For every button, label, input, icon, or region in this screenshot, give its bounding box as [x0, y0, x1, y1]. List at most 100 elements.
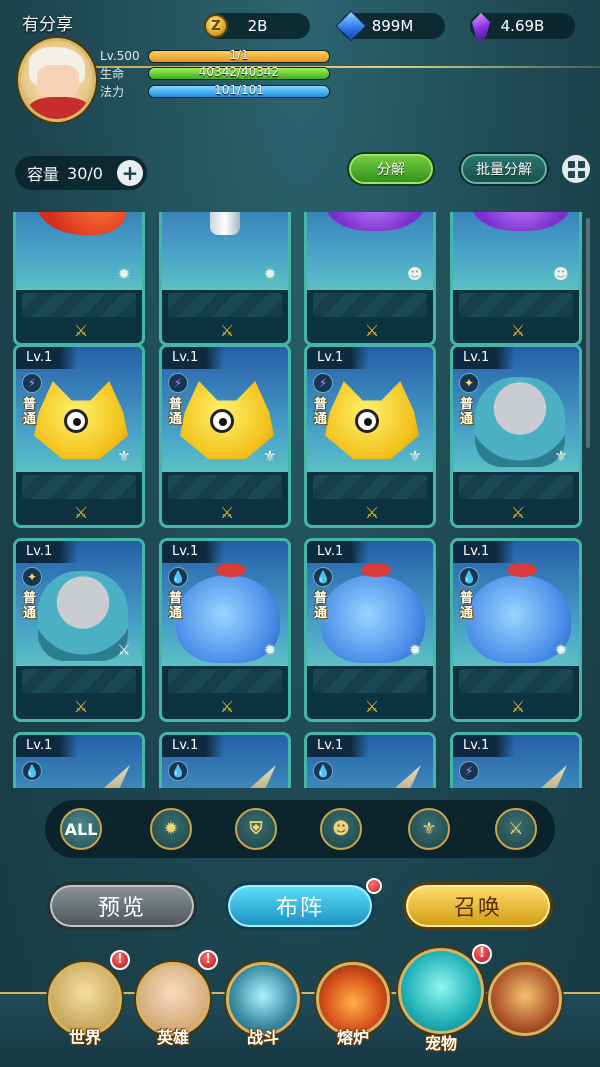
scrollbar[interactable]	[586, 218, 590, 448]
capacity-display: 容量 30/0 +	[15, 156, 147, 190]
filter-bar: ALL ✹ ⛨ ☻ ⚜ ⚔	[45, 800, 555, 858]
support-class-icon: ☻	[407, 265, 423, 283]
crossed-swords-icon: ⚔	[219, 321, 235, 340]
water-element-icon: 💧	[168, 761, 188, 781]
lightning-element-icon: ⚡	[313, 373, 333, 393]
pet-rarity: 普通	[169, 591, 183, 621]
ranged-class-icon: ✹	[263, 265, 277, 283]
water-element-icon: 💧	[313, 567, 333, 587]
light-element-icon: ✦	[459, 373, 479, 393]
crystal-counter[interactable]: 4.69B	[470, 13, 575, 39]
filter-agility-icon[interactable]: ⚜	[408, 808, 450, 850]
pet-level: Lv.1	[16, 347, 78, 369]
player-avatar[interactable]	[18, 38, 96, 122]
agility-class-icon: ⚜	[263, 447, 277, 465]
pet-card[interactable]: Lv.1 ⚡ 普通 ⚜ ⚔	[13, 344, 145, 528]
crossed-swords-icon: ⚔	[219, 503, 235, 522]
pet-card[interactable]: Lv.1 ✦ 普通 ⚜ ⚔	[450, 344, 582, 528]
pet-card[interactable]: 普通✹⚔	[13, 212, 145, 346]
level-label: Lv.500	[100, 49, 140, 63]
grid-view-icon[interactable]	[562, 155, 590, 183]
pet-card[interactable]: Lv.1💧⚔	[13, 732, 145, 788]
crossed-swords-icon: ⚔	[73, 321, 89, 340]
treasure-chest-icon[interactable]	[488, 962, 562, 1036]
pet-card[interactable]: 普通☻⚔	[450, 212, 582, 346]
horn-pet-icon	[242, 765, 276, 788]
lightning-element-icon: ⚡	[168, 373, 188, 393]
pet-card[interactable]: Lv.1 💧 普通 ✹ ⚔	[159, 538, 291, 722]
gold-counter[interactable]: Z 2B	[204, 13, 310, 39]
crossed-swords-icon: ⚔	[364, 321, 380, 340]
star-slots	[313, 669, 427, 693]
filter-support-icon[interactable]: ☻	[320, 808, 362, 850]
pet-level: Lv.1	[16, 735, 78, 757]
level-row: Lv.500 1/1	[100, 48, 330, 64]
formation-button[interactable]: 布阵	[225, 882, 375, 930]
filter-sword-icon[interactable]: ⚔	[495, 808, 537, 850]
preview-button[interactable]: 预览	[47, 882, 197, 930]
pet-level: Lv.1	[307, 347, 369, 369]
hp-label: 生命	[100, 66, 125, 81]
pet-card[interactable]: Lv.1💧⚔	[159, 732, 291, 788]
alert-badge: !	[472, 944, 492, 964]
split-button[interactable]: 分解	[347, 152, 435, 186]
player-header: 有分享 Z 2B 899M 4.69B Lv.500 1/1 生命 40342/…	[0, 0, 600, 140]
hp-value: 40342/40342	[198, 65, 280, 79]
pet-card[interactable]: Lv.1⚡⚔	[450, 732, 582, 788]
ranged-class-icon: ✹	[408, 641, 422, 659]
filter-all-button[interactable]: ALL	[60, 808, 102, 850]
mp-row: 法力 101/101	[100, 83, 330, 99]
nav-label: 世界	[68, 1028, 101, 1047]
pet-level: Lv.1	[162, 735, 224, 757]
gold-amount: 2B	[247, 17, 268, 35]
star-slots	[22, 669, 136, 693]
gold-coin-icon: Z	[201, 11, 231, 41]
crystal-icon	[466, 11, 496, 41]
add-capacity-button[interactable]: +	[117, 160, 143, 186]
capacity-label: 容量	[27, 165, 60, 184]
crossed-swords-icon: ⚔	[73, 697, 89, 716]
agility-class-icon: ⚜	[408, 447, 422, 465]
pet-rarity: 普通	[314, 591, 328, 621]
pet-card[interactable]: Lv.1 💧 普通 ✹ ⚔	[450, 538, 582, 722]
pet-card[interactable]: Lv.1 💧 普通 ✹ ⚔	[304, 538, 436, 722]
exp-value: 1/1	[229, 48, 249, 62]
hp-row: 生命 40342/40342	[100, 65, 330, 81]
gem-counter[interactable]: 899M	[335, 10, 445, 42]
agility-class-icon: ⚜	[117, 447, 131, 465]
bird-pet-icon	[36, 212, 126, 235]
pet-card[interactable]: Lv.1 ⚡ 普通 ⚜ ⚔	[304, 344, 436, 528]
pet-level: Lv.1	[162, 347, 224, 369]
horn-pet-icon	[533, 765, 567, 788]
horn-pet-icon	[387, 765, 421, 788]
purple-pet-icon	[325, 212, 425, 231]
pet-level: Lv.1	[307, 541, 369, 563]
pet-card[interactable]: 普通✹⚔	[159, 212, 291, 346]
filter-shield-icon[interactable]: ⛨	[235, 808, 277, 850]
star-slots	[168, 475, 282, 499]
batch-split-button[interactable]: 批量分解	[459, 152, 549, 186]
pet-card[interactable]: Lv.1💧⚔	[304, 732, 436, 788]
light-element-icon: ✦	[22, 567, 42, 587]
pet-card-grid[interactable]: 普通 ✹ ⚔ 普通 ✹ ⚔ 普通 ☻ ⚔ 普通 ☻ ⚔ Lv.1 ⚡ 普通 ⚜ ⚔ Lv.1 ⚡ 普通 ⚜ ⚔ Lv.1 ⚡ 普…	[0, 212, 600, 788]
star-slots	[459, 475, 573, 499]
purple-pet-icon	[471, 212, 571, 231]
crossed-swords-icon: ⚔	[364, 697, 380, 716]
summon-button[interactable]: 召唤	[403, 882, 553, 930]
nav-label: 宠物	[424, 1034, 457, 1053]
filter-ranged-icon[interactable]: ✹	[150, 808, 192, 850]
crossed-swords-icon: ⚔	[364, 503, 380, 522]
lightning-element-icon: ⚡	[459, 761, 479, 781]
pet-card[interactable]: Lv.1 ⚡ 普通 ⚜ ⚔	[159, 344, 291, 528]
player-name: 有分享	[22, 15, 73, 35]
pet-card[interactable]: 普通☻⚔	[304, 212, 436, 346]
nav-label: 英雄	[156, 1028, 189, 1047]
water-element-icon: 💧	[22, 761, 42, 781]
water-element-icon: 💧	[459, 567, 479, 587]
star-slots	[22, 475, 136, 499]
pet-icon[interactable]	[398, 948, 484, 1034]
support-class-icon: ☻	[553, 265, 569, 283]
star-slots	[22, 293, 136, 317]
alert-badge: !	[198, 950, 218, 970]
pet-card[interactable]: Lv.1 ✦ 普通 ⚔ ⚔	[13, 538, 145, 722]
